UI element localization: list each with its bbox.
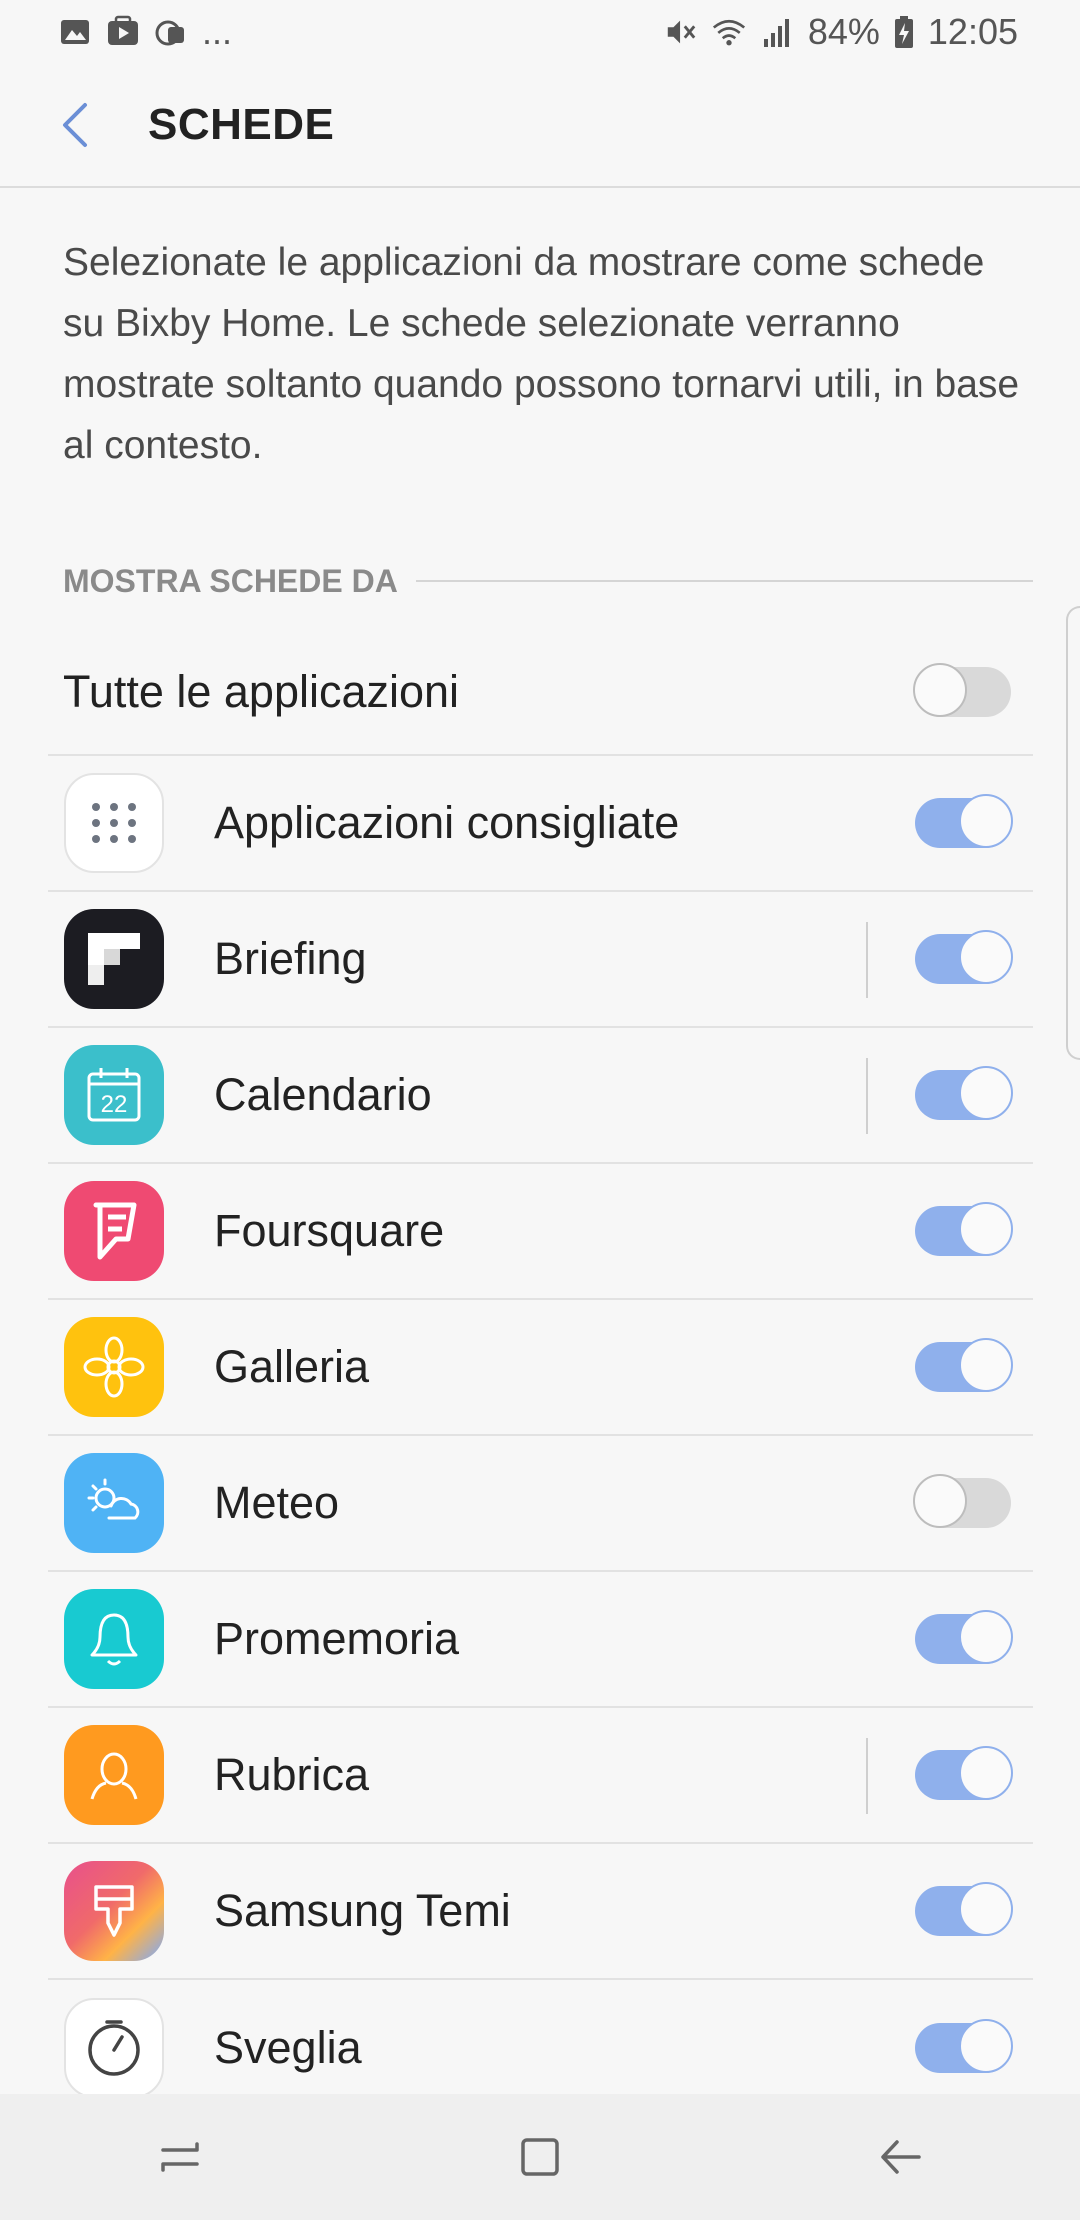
app-toggle[interactable] (915, 1338, 1013, 1392)
app-row-galleria[interactable]: Galleria (48, 1300, 1033, 1436)
battery-percent: 84% (807, 11, 880, 52)
themes-brush-icon (64, 1861, 164, 1961)
back-button[interactable] (30, 80, 120, 170)
recents-button[interactable] (120, 2107, 240, 2207)
settings-divider (866, 922, 868, 998)
recents-icon (161, 2142, 199, 2172)
apps-grid-icon (64, 773, 164, 873)
alarm-clock-icon (64, 1998, 164, 2098)
app-header: SCHEDE (0, 64, 1080, 188)
status-bar: ... 84% 12:05 (0, 0, 1080, 64)
app-row-calendario[interactable]: 22 Calendario (48, 1028, 1033, 1164)
app-label: Foursquare (214, 1205, 445, 1256)
app-label: Applicazioni consigliate (214, 797, 680, 848)
app-row-foursquare[interactable]: Foursquare (48, 1164, 1033, 1300)
section-header: MOSTRA SCHEDE DA (63, 558, 1033, 604)
app-toggle[interactable] (915, 930, 1013, 984)
app-toggle[interactable] (915, 1610, 1013, 1664)
app-label: Rubrica (214, 1749, 370, 1800)
calendar-icon: 22 (64, 1045, 164, 1145)
section-divider (415, 580, 1033, 582)
gallery-flower-icon (64, 1317, 164, 1417)
app-toggle[interactable] (913, 1474, 1011, 1528)
app-row-applicazioni-consigliate[interactable]: Applicazioni consigliate (48, 756, 1033, 892)
app-row-promemoria[interactable]: Promemoria (48, 1572, 1033, 1708)
status-bar-right: 84% 12:05 (664, 11, 1018, 53)
app-label: Samsung Temi (214, 1885, 511, 1936)
app-row-rubrica[interactable]: Rubrica (48, 1708, 1033, 1844)
app-label: Galleria (214, 1341, 370, 1392)
settings-divider (866, 1058, 868, 1134)
app-label: Sveglia (214, 2022, 362, 2073)
page-title: SCHEDE (148, 100, 335, 149)
app-toggle[interactable] (915, 1882, 1013, 1936)
app-row-samsung-temi[interactable]: Samsung Temi (48, 1844, 1033, 1980)
app-label: Briefing (214, 933, 367, 984)
image-icon (58, 15, 92, 49)
app-row-briefing[interactable]: Briefing (48, 892, 1033, 1028)
app-label: Meteo (214, 1477, 340, 1528)
play-store-icon (106, 15, 140, 49)
apps-list: Tutte le applicazioni Applicazioni consi… (48, 630, 1033, 2116)
status-time: 12:05 (927, 11, 1018, 52)
reminder-bell-icon (64, 1589, 164, 1689)
app-label: Calendario (214, 1069, 432, 1120)
section-label: MOSTRA SCHEDE DA (63, 562, 398, 599)
all-apps-row[interactable]: Tutte le applicazioni (48, 630, 1033, 756)
wifi-icon (712, 15, 746, 49)
cloud-sync-icon (154, 15, 188, 49)
home-icon (521, 2138, 559, 2176)
chevron-left-icon (63, 103, 87, 147)
description-text: Selezionate le applicazioni da mostrare … (63, 241, 1020, 467)
navigation-bar (0, 2094, 1080, 2220)
mute-icon (664, 15, 698, 49)
home-button[interactable] (480, 2107, 600, 2207)
app-toggle[interactable] (915, 1746, 1013, 1800)
scroll-indicator[interactable] (1066, 606, 1080, 1060)
system-back-button[interactable] (840, 2107, 960, 2207)
all-apps-toggle[interactable] (913, 663, 1011, 717)
foursquare-icon (64, 1181, 164, 1281)
weather-icon (64, 1453, 164, 1553)
all-apps-label: Tutte le applicazioni (63, 666, 460, 717)
status-more: ... (202, 11, 233, 52)
settings-divider (866, 1738, 868, 1814)
signal-icon (760, 15, 794, 49)
app-label: Promemoria (214, 1613, 460, 1664)
briefing-icon (64, 909, 164, 1009)
app-toggle[interactable] (915, 1202, 1013, 1256)
app-toggle[interactable] (915, 794, 1013, 848)
calendar-day: 22 (101, 1091, 128, 1118)
back-arrow-icon (881, 2140, 921, 2174)
battery-charging-icon (894, 15, 914, 49)
app-row-meteo[interactable]: Meteo (48, 1436, 1033, 1572)
contacts-icon (64, 1725, 164, 1825)
status-bar-left: ... (58, 11, 232, 53)
app-toggle[interactable] (915, 1066, 1013, 1120)
app-toggle[interactable] (915, 2019, 1013, 2073)
